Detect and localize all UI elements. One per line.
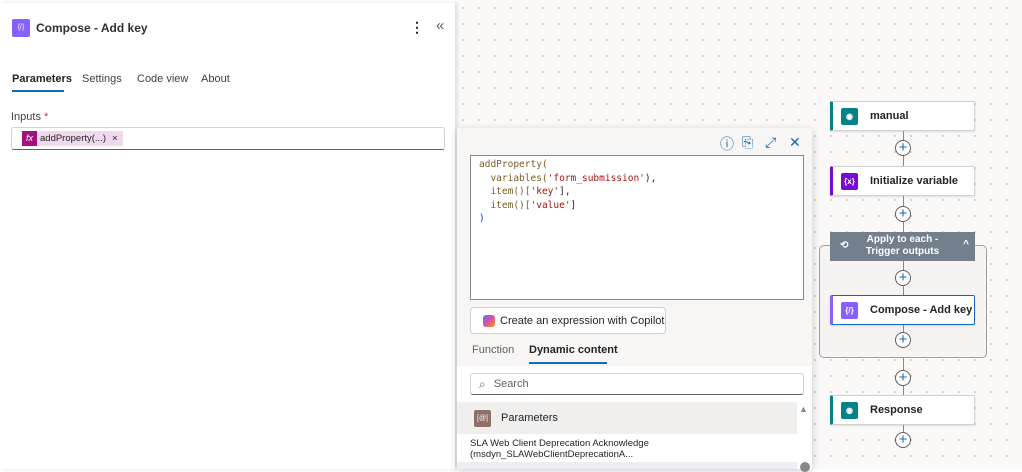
inputs-label: Inputs — [11, 111, 41, 123]
dynamic-content-item[interactable]: SLA Web Client Deprecation Acknowledge (… — [470, 438, 812, 460]
panel-title: Compose - Add key — [36, 21, 148, 35]
token-label: addProperty(...) — [40, 133, 106, 144]
search-placeholder: Search — [493, 378, 529, 390]
active-tab-indicator — [529, 362, 607, 364]
copilot-label: Create an expression with Copilot — [500, 314, 665, 327]
section-parameters[interactable]: [@] Parameters — [457, 402, 797, 434]
add-step-button[interactable]: + — [895, 140, 911, 156]
node-label: Compose - Add key — [870, 304, 973, 316]
expression-editor-popup: ⓘ ⎘ ⤢ ✕ addProperty( variables('form_sub… — [457, 128, 812, 472]
add-step-button[interactable]: + — [895, 370, 911, 386]
close-icon[interactable]: ✕ — [789, 134, 801, 151]
required-mark: * — [44, 111, 49, 123]
tab-about[interactable]: About — [201, 73, 230, 85]
copilot-expression-button[interactable]: Create an expression with Copilot — [470, 307, 666, 334]
node-label: Apply to each - Trigger outputs — [865, 234, 940, 257]
node-compose-add-key[interactable]: {/} Compose - Add key — [830, 295, 975, 325]
node-apply-to-each[interactable]: ⟲ Apply to each - Trigger outputs ^ — [830, 232, 975, 261]
action-panel: {/} Compose - Add key ⋮ « Parameters Set… — [0, 3, 455, 469]
active-tab-indicator — [12, 90, 64, 92]
request-icon: ◉ — [841, 107, 858, 125]
search-input[interactable]: ⌕ Search — [470, 373, 804, 395]
function-icon: fx — [22, 131, 37, 146]
scroll-thumb[interactable] — [800, 462, 810, 472]
add-step-button[interactable]: + — [895, 332, 911, 348]
node-response[interactable]: ◉ Response — [830, 395, 975, 425]
node-label: Response — [870, 404, 923, 416]
node-initialize-variable[interactable]: {x} Initialize variable — [830, 166, 975, 196]
loop-icon: ⟲ — [840, 240, 849, 251]
dynamic-content-item[interactable] — [457, 462, 797, 469]
clipboard-icon[interactable]: ⎘ — [742, 134, 753, 151]
expression-token[interactable]: fx addProperty(...) × — [22, 131, 123, 146]
remove-token-button[interactable]: × — [112, 133, 118, 144]
add-step-button[interactable]: + — [895, 432, 911, 448]
expand-icon[interactable]: ⤢ — [765, 134, 776, 151]
info-icon[interactable]: ⓘ — [720, 134, 734, 154]
expression-code-editor[interactable]: addProperty( variables('form_submission'… — [470, 155, 804, 300]
variable-icon: {x} — [841, 172, 858, 190]
node-label: Initialize variable — [870, 175, 959, 187]
node-manual[interactable]: ◉ manual — [830, 101, 975, 131]
response-icon: ◉ — [841, 401, 858, 419]
copilot-icon — [483, 314, 495, 327]
tab-parameters[interactable]: Parameters — [12, 73, 72, 85]
scroll-up-arrow-icon[interactable]: ▲ — [799, 404, 808, 414]
search-icon: ⌕ — [479, 376, 486, 391]
tab-code-view[interactable]: Code view — [137, 73, 188, 85]
add-step-button[interactable]: + — [895, 270, 911, 286]
inputs-field[interactable]: fx addProperty(...) × — [11, 127, 445, 150]
parameters-icon: [@] — [474, 409, 491, 427]
tab-function[interactable]: Function — [472, 344, 514, 356]
node-label: manual — [870, 110, 909, 122]
chevron-up-icon[interactable]: ^ — [963, 239, 969, 251]
compose-icon: {/} — [12, 19, 30, 37]
add-step-button[interactable]: + — [895, 206, 911, 222]
more-options-button[interactable]: ⋮ — [410, 19, 424, 36]
collapse-panel-button[interactable]: « — [436, 17, 444, 34]
section-label: Parameters — [501, 412, 558, 424]
tab-dynamic-content[interactable]: Dynamic content — [529, 344, 618, 356]
scrollbar[interactable]: ▲ — [797, 402, 812, 472]
compose-icon: {/} — [841, 301, 858, 319]
tab-settings[interactable]: Settings — [82, 73, 122, 85]
